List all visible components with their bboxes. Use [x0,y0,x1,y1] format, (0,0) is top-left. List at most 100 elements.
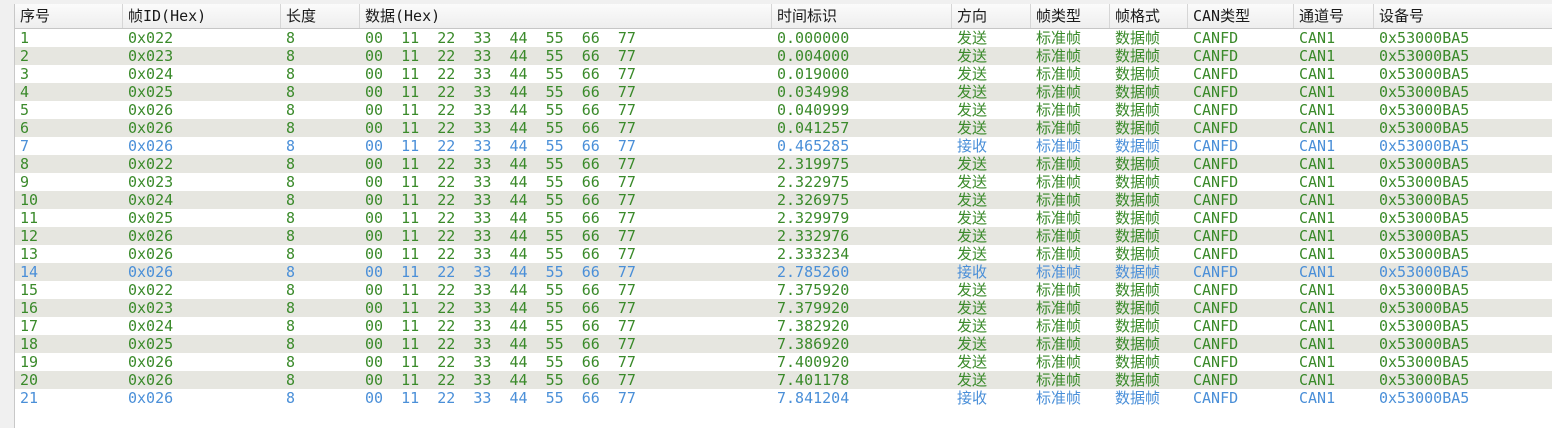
column-header-direction[interactable]: 方向 [952,4,1031,28]
table-row[interactable]: 11 0x025 8 00 11 22 33 44 55 66 77 2.329979 发… [15,209,1552,227]
table-row[interactable]: 4 0x025 8 00 11 22 33 44 55 66 77 0.034998 发送… [15,83,1552,101]
table-row[interactable]: 8 0x022 8 00 11 22 33 44 55 66 77 2.319975 发送… [15,155,1552,173]
cell-direction: 发送 [957,155,988,173]
table-row[interactable]: 6 0x026 8 00 11 22 33 44 55 66 77 0.041257 发送… [15,119,1552,137]
cell-direction: 发送 [957,173,988,191]
cell-frame-type: 标准帧 [1036,173,1082,191]
cell-direction: 接收 [957,263,988,281]
table-row[interactable]: 18 0x025 8 00 11 22 33 44 55 66 77 7.386920 发… [15,335,1552,353]
cell-timestamp: 7.401178 [777,371,850,389]
cell-frame-format: 数据帧 [1115,281,1161,299]
cell-can-type: CANFD [1193,317,1239,335]
cell-frame-format: 数据帧 [1115,29,1161,47]
table-row[interactable]: 17 0x024 8 00 11 22 33 44 55 66 77 7.382920 发… [15,317,1552,335]
cell-data: 00 11 22 33 44 55 66 77 [365,155,636,173]
cell-frame-type: 标准帧 [1036,353,1082,371]
cell-can-type: CANFD [1193,245,1239,263]
cell-seq: 9 [20,173,30,191]
cell-channel: CAN1 [1299,281,1336,299]
cell-frame-type: 标准帧 [1036,209,1082,227]
table-row[interactable]: 10 0x024 8 00 11 22 33 44 55 66 77 2.326975 发… [15,191,1552,209]
cell-frame-format: 数据帧 [1115,317,1161,335]
cell-seq: 14 [20,263,39,281]
cell-frame-id: 0x025 [128,209,174,227]
cell-channel: CAN1 [1299,173,1336,191]
cell-length: 8 [286,389,296,407]
cell-frame-type: 标准帧 [1036,281,1082,299]
cell-device: 0x53000BA5 [1379,29,1470,47]
cell-channel: CAN1 [1299,299,1336,317]
cell-data: 00 11 22 33 44 55 66 77 [365,101,636,119]
cell-direction: 发送 [957,29,988,47]
table-row[interactable]: 5 0x026 8 00 11 22 33 44 55 66 77 0.040999 发送… [15,101,1552,119]
column-header-device[interactable]: 设备号 [1374,4,1552,28]
column-header-frame-id[interactable]: 帧ID(Hex) [123,4,281,28]
cell-frame-type: 标准帧 [1036,317,1082,335]
column-header-timestamp[interactable]: 时间标识 [772,4,952,28]
cell-can-type: CANFD [1193,101,1239,119]
cell-timestamp: 0.465285 [777,137,850,155]
table-row[interactable]: 15 0x022 8 00 11 22 33 44 55 66 77 7.375920 发… [15,281,1552,299]
can-message-table[interactable]: 序号 帧ID(Hex) 长度 数据(Hex) 时间标识 方向 帧类型 帧格式 C… [14,4,1552,428]
cell-can-type: CANFD [1193,353,1239,371]
column-header-frame-type[interactable]: 帧类型 [1031,4,1110,28]
cell-channel: CAN1 [1299,137,1336,155]
cell-data: 00 11 22 33 44 55 66 77 [365,263,636,281]
column-header-data[interactable]: 数据(Hex) [360,4,772,28]
table-header: 序号 帧ID(Hex) 长度 数据(Hex) 时间标识 方向 帧类型 帧格式 C… [15,4,1552,29]
table-row[interactable]: 13 0x026 8 00 11 22 33 44 55 66 77 2.333234 发… [15,245,1552,263]
cell-device: 0x53000BA5 [1379,263,1470,281]
table-row[interactable]: 9 0x023 8 00 11 22 33 44 55 66 77 2.322975 发送… [15,173,1552,191]
cell-direction: 发送 [957,227,988,245]
cell-direction: 发送 [957,335,988,353]
cell-frame-id: 0x026 [128,137,174,155]
cell-length: 8 [286,29,296,47]
table-row[interactable]: 16 0x023 8 00 11 22 33 44 55 66 77 7.379920 发… [15,299,1552,317]
cell-timestamp: 0.004000 [777,47,850,65]
column-header-can-type[interactable]: CAN类型 [1188,4,1294,28]
cell-timestamp: 0.041257 [777,119,850,137]
cell-timestamp: 7.382920 [777,317,850,335]
table-row[interactable]: 14 0x026 8 00 11 22 33 44 55 66 77 2.785260 接… [15,263,1552,281]
column-header-length[interactable]: 长度 [281,4,360,28]
cell-can-type: CANFD [1193,389,1239,407]
cell-direction: 发送 [957,299,988,317]
cell-channel: CAN1 [1299,245,1336,263]
column-header-channel[interactable]: 通道号 [1294,4,1374,28]
table-row[interactable]: 7 0x026 8 00 11 22 33 44 55 66 77 0.465285 接收… [15,137,1552,155]
cell-can-type: CANFD [1193,281,1239,299]
cell-frame-format: 数据帧 [1115,137,1161,155]
table-row[interactable]: 12 0x026 8 00 11 22 33 44 55 66 77 2.332976 发… [15,227,1552,245]
cell-frame-format: 数据帧 [1115,47,1161,65]
cell-can-type: CANFD [1193,119,1239,137]
cell-timestamp: 2.329979 [777,209,850,227]
cell-frame-id: 0x025 [128,335,174,353]
cell-frame-id: 0x026 [128,245,174,263]
column-header-seq[interactable]: 序号 [15,4,123,28]
cell-frame-id: 0x026 [128,353,174,371]
cell-length: 8 [286,263,296,281]
cell-seq: 1 [20,29,30,47]
table-row[interactable]: 3 0x024 8 00 11 22 33 44 55 66 77 0.019000 发送… [15,65,1552,83]
cell-data: 00 11 22 33 44 55 66 77 [365,353,636,371]
cell-seq: 20 [20,371,39,389]
cell-length: 8 [286,137,296,155]
cell-can-type: CANFD [1193,263,1239,281]
table-row[interactable]: 21 0x026 8 00 11 22 33 44 55 66 77 7.841204 接… [15,389,1552,407]
cell-can-type: CANFD [1193,227,1239,245]
cell-length: 8 [286,83,296,101]
cell-direction: 发送 [957,245,988,263]
cell-frame-id: 0x026 [128,389,174,407]
table-row[interactable]: 1 0x022 8 00 11 22 33 44 55 66 77 0.000000 发送… [15,29,1552,47]
table-row[interactable]: 19 0x026 8 00 11 22 33 44 55 66 77 7.400920 发… [15,353,1552,371]
cell-frame-id: 0x026 [128,119,174,137]
cell-channel: CAN1 [1299,119,1336,137]
cell-channel: CAN1 [1299,155,1336,173]
cell-frame-type: 标准帧 [1036,65,1082,83]
cell-length: 8 [286,191,296,209]
column-header-frame-format[interactable]: 帧格式 [1110,4,1188,28]
table-row[interactable]: 2 0x023 8 00 11 22 33 44 55 66 77 0.004000 发送… [15,47,1552,65]
table-row[interactable]: 20 0x026 8 00 11 22 33 44 55 66 77 7.401178 发… [15,371,1552,389]
cell-device: 0x53000BA5 [1379,191,1470,209]
cell-data: 00 11 22 33 44 55 66 77 [365,317,636,335]
